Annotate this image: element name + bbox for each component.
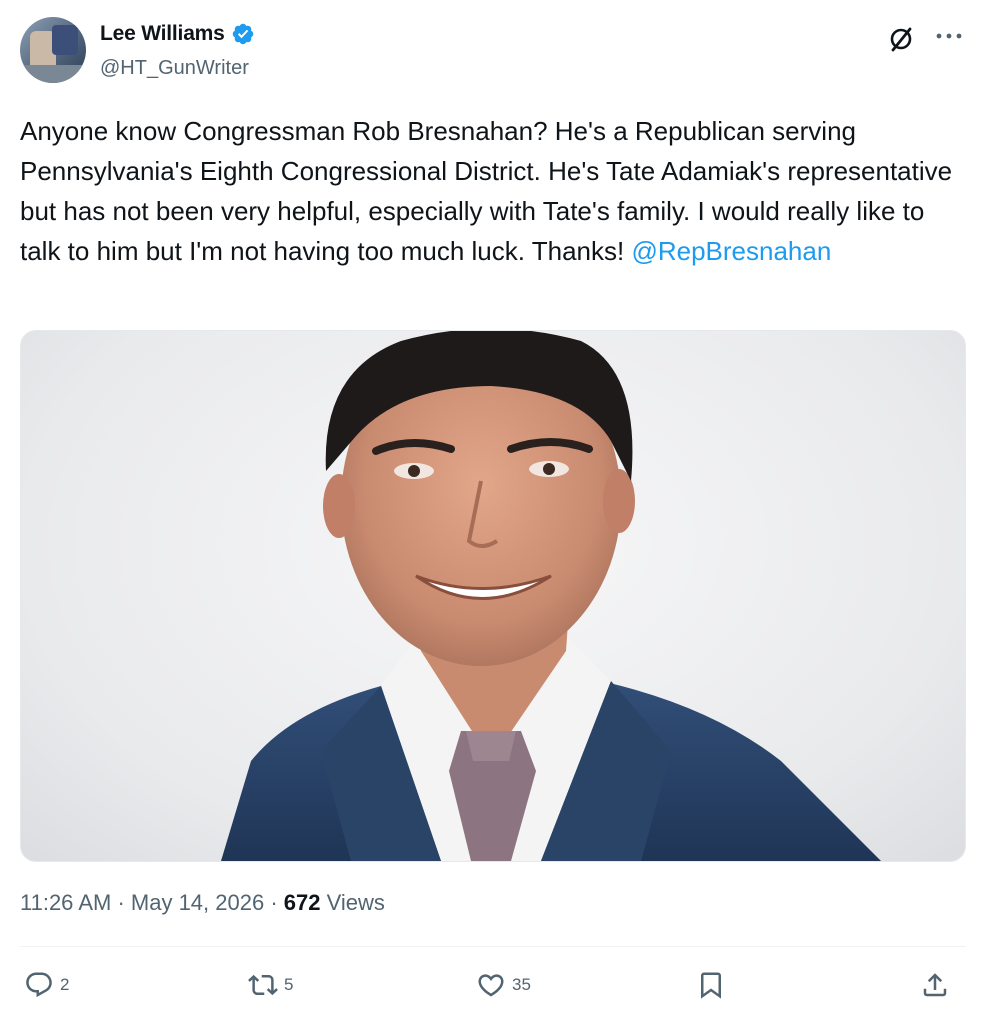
reply-count: 2 — [60, 975, 70, 994]
tweet-date[interactable]: May 14, 2026 — [131, 890, 264, 915]
tweet-time[interactable]: 11:26 AM — [20, 890, 111, 915]
tweet-text: Anyone know Congressman Rob Bresnahan? H… — [20, 111, 970, 271]
mention-link[interactable]: @RepBresnahan — [631, 236, 831, 266]
portrait-photo — [221, 331, 881, 861]
repost-count: 5 — [284, 975, 294, 994]
repost-icon — [248, 974, 278, 996]
repost-button[interactable]: 5 — [248, 970, 293, 1000]
more-icon[interactable] — [932, 22, 966, 50]
action-bar: 2 5 35 — [24, 970, 964, 1010]
tweet-meta: 11:26 AM · May 14, 2026 · 672 Views — [20, 890, 385, 915]
bookmark-button[interactable] — [696, 970, 726, 1000]
views-label: Views — [320, 890, 385, 915]
divider — [20, 946, 966, 947]
verified-badge-icon — [232, 23, 253, 45]
like-count: 35 — [512, 975, 531, 994]
avatar[interactable] — [20, 17, 86, 83]
bookmark-icon — [701, 972, 721, 999]
share-icon — [923, 973, 947, 997]
like-button[interactable]: 35 — [476, 970, 531, 1000]
like-icon — [478, 974, 504, 997]
share-button[interactable] — [920, 970, 950, 1000]
views-count: 672 — [283, 890, 321, 915]
author-handle[interactable]: @HT_GunWriter — [100, 57, 249, 80]
tweet-photo[interactable] — [20, 330, 966, 862]
author-name[interactable]: Lee Williams — [100, 22, 225, 46]
author-row: Lee Williams — [100, 22, 255, 46]
reply-icon — [26, 972, 52, 998]
grok-icon[interactable] — [886, 24, 916, 54]
reply-button[interactable]: 2 — [24, 970, 69, 1000]
